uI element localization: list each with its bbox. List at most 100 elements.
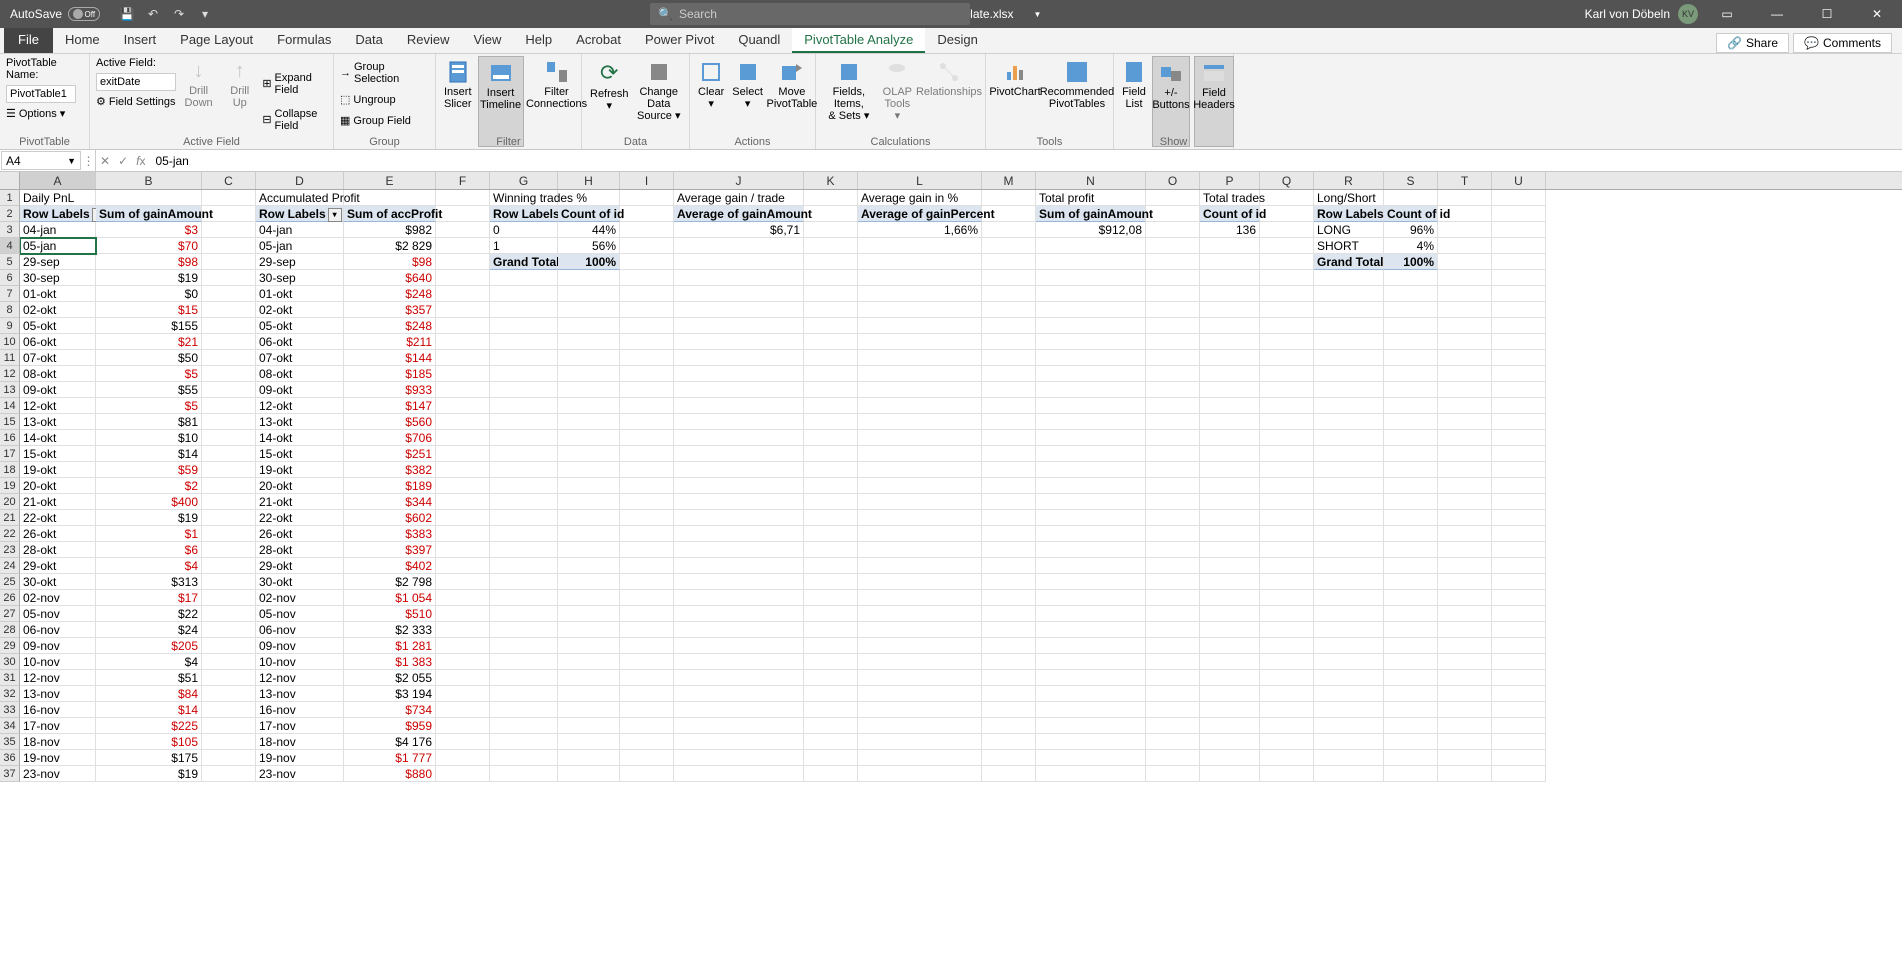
row-header-13[interactable]: 13 [0,382,20,398]
row-header-18[interactable]: 18 [0,462,20,478]
qat-dropdown-icon[interactable]: ▾ [196,5,214,23]
active-field-input[interactable] [96,73,176,91]
row-header-31[interactable]: 31 [0,670,20,686]
col-header-B[interactable]: B [96,172,202,189]
redo-icon[interactable]: ↷ [170,5,188,23]
filter-connections-button[interactable]: FilterConnections [528,56,586,147]
row-header-2[interactable]: 2 [0,206,20,222]
close-icon[interactable]: ✕ [1856,0,1898,28]
col-header-R[interactable]: R [1314,172,1384,189]
row-header-17[interactable]: 17 [0,446,20,462]
row-header-1[interactable]: 1 [0,190,20,206]
row-header-34[interactable]: 34 [0,718,20,734]
user-avatar[interactable]: KV [1678,4,1698,24]
row-header-29[interactable]: 29 [0,638,20,654]
user-name[interactable]: Karl von Döbeln [1585,7,1670,21]
tab-formulas[interactable]: Formulas [265,28,343,53]
refresh-button[interactable]: ⟳Refresh▾ [588,56,631,147]
row-header-25[interactable]: 25 [0,574,20,590]
select-all-corner[interactable] [0,172,20,189]
plusminus-buttons-button[interactable]: +/-Buttons [1152,56,1190,147]
collapse-field-button[interactable]: ⊟ Collapse Field [262,107,327,133]
options-button[interactable]: ☰ Options ▾ [6,106,83,121]
tab-page-layout[interactable]: Page Layout [168,28,265,53]
row-header-7[interactable]: 7 [0,286,20,302]
tab-power-pivot[interactable]: Power Pivot [633,28,726,53]
clear-button[interactable]: Clear▾ [696,56,726,147]
fields-items-sets-button[interactable]: Fields, Items,& Sets ▾ [822,56,876,147]
row-header-16[interactable]: 16 [0,430,20,446]
undo-icon[interactable]: ↶ [144,5,162,23]
col-header-I[interactable]: I [620,172,674,189]
expand-field-button[interactable]: ⊞ Expand Field [262,71,327,97]
col-header-A[interactable]: A [20,172,96,189]
tab-help[interactable]: Help [513,28,564,53]
maximize-icon[interactable]: ☐ [1806,0,1848,28]
cancel-formula-icon[interactable]: ✕ [100,154,110,168]
col-header-Q[interactable]: Q [1260,172,1314,189]
col-header-M[interactable]: M [982,172,1036,189]
row-header-22[interactable]: 22 [0,526,20,542]
row-header-15[interactable]: 15 [0,414,20,430]
row-header-32[interactable]: 32 [0,686,20,702]
row-header-20[interactable]: 20 [0,494,20,510]
tab-data[interactable]: Data [343,28,394,53]
tab-view[interactable]: View [461,28,513,53]
col-header-C[interactable]: C [202,172,256,189]
change-data-source-button[interactable]: Change DataSource ▾ [635,56,683,147]
name-box[interactable]: A4▼ [1,151,81,170]
row-header-26[interactable]: 26 [0,590,20,606]
row-header-30[interactable]: 30 [0,654,20,670]
row-header-36[interactable]: 36 [0,750,20,766]
col-header-O[interactable]: O [1146,172,1200,189]
col-header-N[interactable]: N [1036,172,1146,189]
tab-review[interactable]: Review [395,28,462,53]
group-selection-button[interactable]: → Group Selection [340,60,429,86]
row-header-19[interactable]: 19 [0,478,20,494]
row-header-4[interactable]: 4 [0,238,20,254]
group-field-button[interactable]: ▦ Group Field [340,113,429,128]
col-header-S[interactable]: S [1384,172,1438,189]
col-header-F[interactable]: F [436,172,490,189]
row-header-9[interactable]: 9 [0,318,20,334]
tab-file[interactable]: File [4,28,53,53]
cells-area[interactable]: Daily PnLAccumulated ProfitWinning trade… [20,190,1902,782]
recommended-pivottables-button[interactable]: RecommendedPivotTables [1042,56,1112,147]
formula-input[interactable]: 05-jan [149,150,1902,171]
comments-button[interactable]: 💬 Comments [1793,33,1892,53]
row-header-14[interactable]: 14 [0,398,20,414]
row-header-35[interactable]: 35 [0,734,20,750]
row-header-12[interactable]: 12 [0,366,20,382]
autosave-toggle[interactable]: AutoSave Off [0,7,110,21]
row-header-28[interactable]: 28 [0,622,20,638]
filename-dropdown-icon[interactable]: ▼ [1034,10,1042,19]
row-header-27[interactable]: 27 [0,606,20,622]
pivotchart-button[interactable]: PivotChart [992,56,1038,147]
tab-home[interactable]: Home [53,28,112,53]
tab-quandl[interactable]: Quandl [726,28,792,53]
save-icon[interactable]: 💾 [118,5,136,23]
row-header-21[interactable]: 21 [0,510,20,526]
row-header-23[interactable]: 23 [0,542,20,558]
pivottable-name-input[interactable] [6,85,76,103]
field-list-button[interactable]: FieldList [1120,56,1148,147]
fx-icon[interactable]: fx [136,154,145,168]
field-settings-button[interactable]: ⚙ Field Settings [96,94,176,109]
col-header-J[interactable]: J [674,172,804,189]
row-header-8[interactable]: 8 [0,302,20,318]
insert-slicer-button[interactable]: InsertSlicer [442,56,474,147]
col-header-D[interactable]: D [256,172,344,189]
col-header-E[interactable]: E [344,172,436,189]
enter-formula-icon[interactable]: ✓ [118,154,128,168]
spreadsheet-grid[interactable]: ABCDEFGHIJKLMNOPQRSTU 123456789101112131… [0,172,1902,966]
row-header-24[interactable]: 24 [0,558,20,574]
col-header-U[interactable]: U [1492,172,1546,189]
select-button[interactable]: Select▾ [730,56,765,147]
col-header-G[interactable]: G [490,172,558,189]
search-box[interactable]: 🔍 Search [650,3,970,25]
ribbon-display-icon[interactable]: ▭ [1706,0,1748,28]
col-header-L[interactable]: L [858,172,982,189]
insert-timeline-button[interactable]: InsertTimeline [478,56,524,147]
share-button[interactable]: 🔗 Share [1716,33,1789,53]
tab-insert[interactable]: Insert [112,28,169,53]
